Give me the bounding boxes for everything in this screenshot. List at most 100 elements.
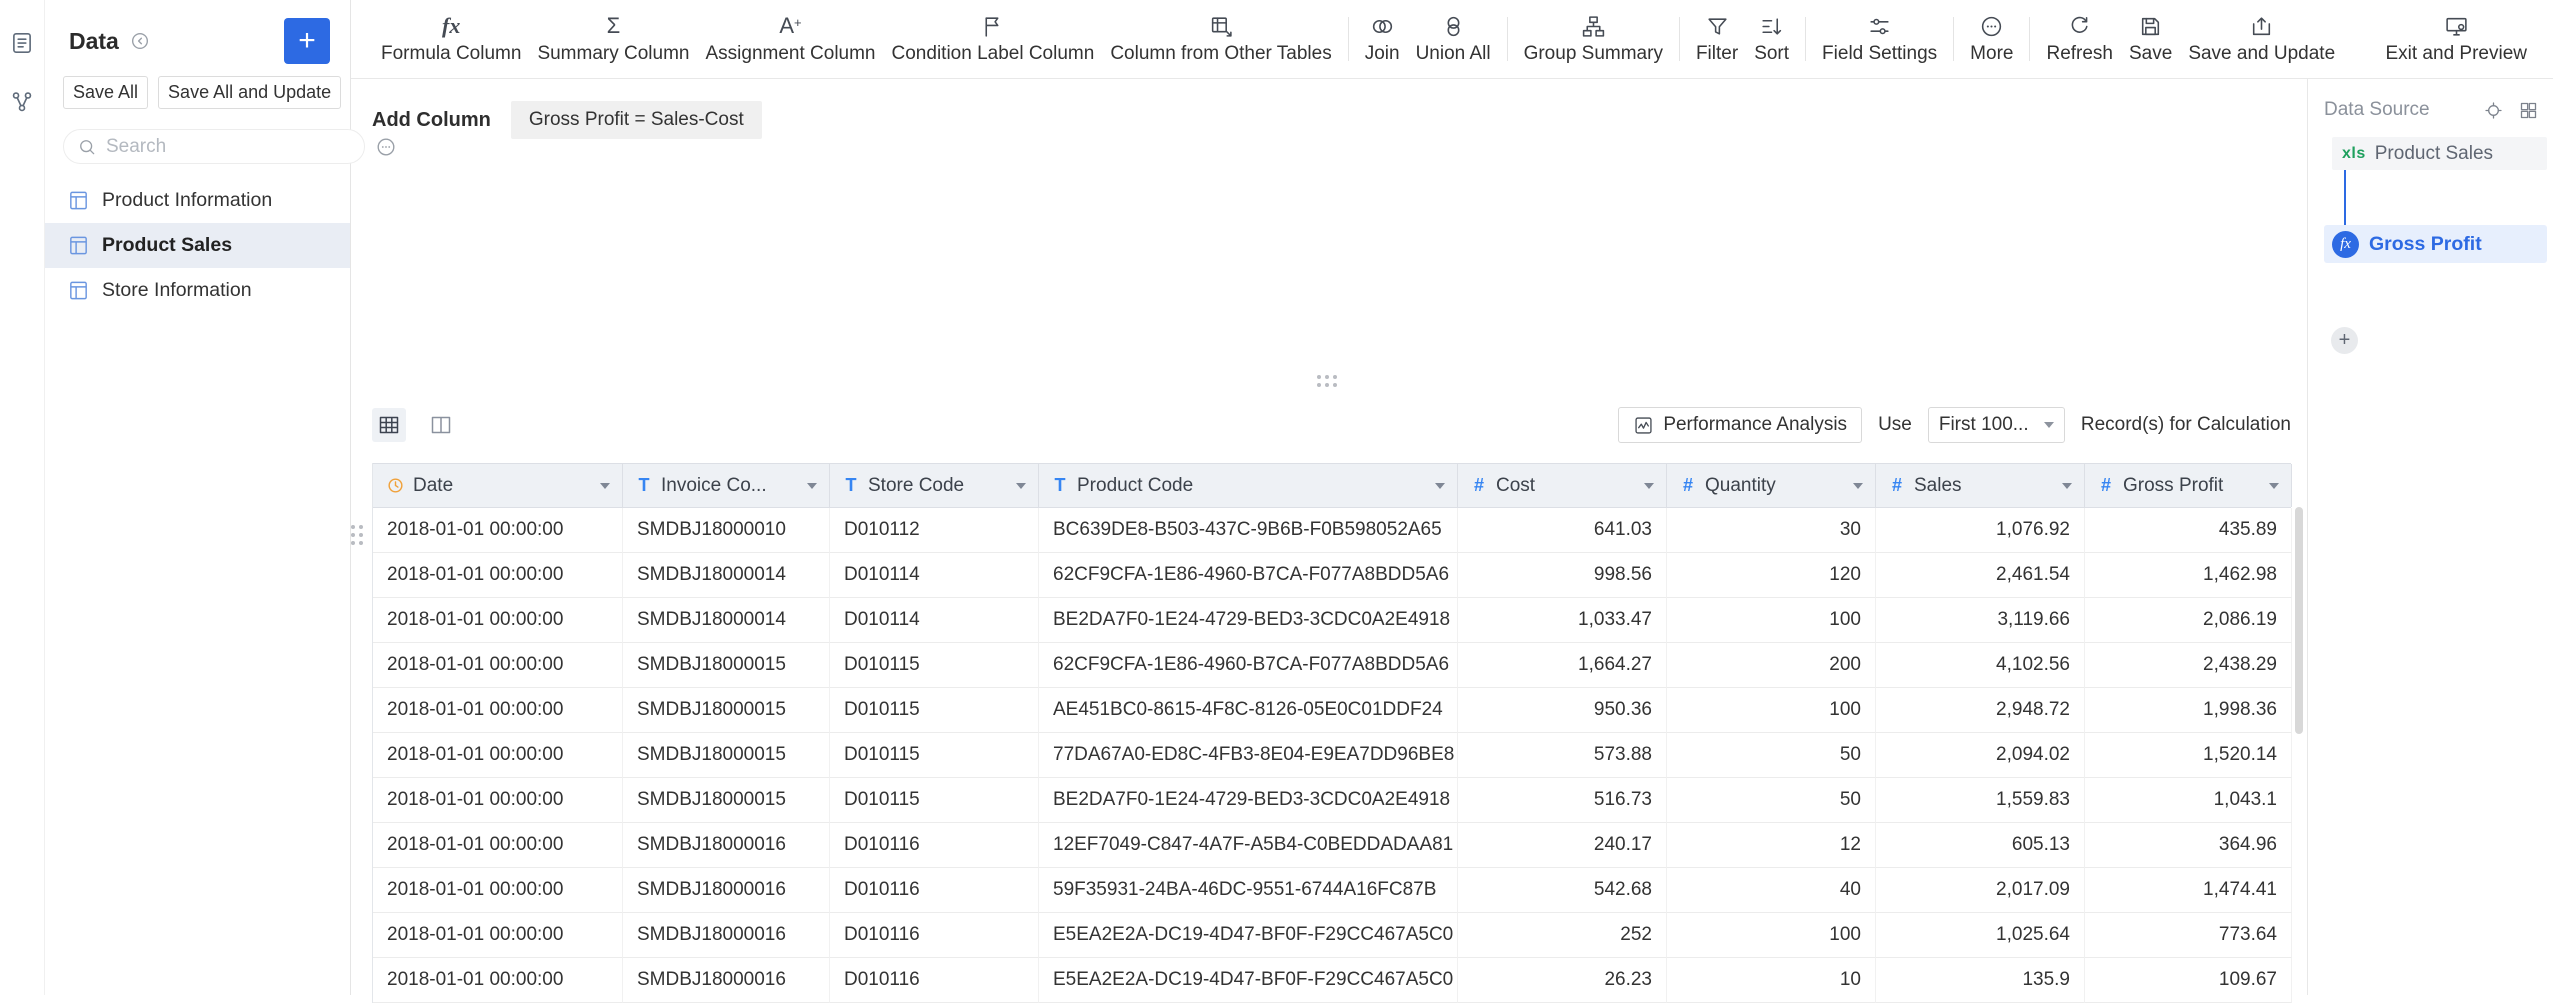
cell-product-code: E5EA2E2A-DC19-4D47-BF0F-F29CC467A5C0 <box>1039 958 1458 1003</box>
cell-invoice-code: SMDBJ18000015 <box>623 643 830 688</box>
column-header-store-code[interactable]: T Store Code <box>830 464 1039 507</box>
toolbar-assignment-column[interactable]: A + Assignment Column <box>705 13 875 65</box>
cell-sales: 135.9 <box>1876 958 2085 1003</box>
column-header-invoice-code[interactable]: T Invoice Co... <box>623 464 830 507</box>
canvas-splitter-handle[interactable] <box>1317 375 1337 387</box>
toolbar-label: Formula Column <box>381 43 522 64</box>
field-settings-icon <box>1867 13 1892 39</box>
add-dataset-button[interactable]: + <box>284 18 330 64</box>
table-row[interactable]: 2018-01-01 00:00:00 SMDBJ18000015 D01011… <box>373 778 2292 823</box>
xls-file-icon: xls <box>2342 144 2366 162</box>
add-step-button[interactable]: + <box>2331 327 2358 354</box>
table-row[interactable]: 2018-01-01 00:00:00 SMDBJ18000014 D01011… <box>373 598 2292 643</box>
group-summary-icon <box>1581 13 1606 39</box>
filter-icon <box>1705 13 1730 39</box>
table-row[interactable]: 2018-01-01 00:00:00 SMDBJ18000014 D01011… <box>373 553 2292 598</box>
sidebar-header: Data + <box>45 0 350 74</box>
toolbar-refresh[interactable]: Refresh <box>2046 13 2113 65</box>
table-row[interactable]: 2018-01-01 00:00:00 SMDBJ18000015 D01011… <box>373 733 2292 778</box>
column-from-other-tables-icon <box>1209 13 1234 39</box>
formula-step-chip[interactable]: Gross Profit = Sales-Cost <box>510 101 762 139</box>
search-box[interactable] <box>63 129 365 164</box>
toolbar-condition-label-column[interactable]: Condition Label Column <box>892 13 1094 65</box>
toolbar-more[interactable]: More <box>1970 13 2013 65</box>
collapse-panel-icon[interactable] <box>129 30 151 52</box>
data-source-panel: Data Source xls Product Sales fx Gross P… <box>2307 79 2553 995</box>
table-row[interactable]: 2018-01-01 00:00:00 SMDBJ18000015 D01011… <box>373 688 2292 733</box>
cell-quantity: 100 <box>1667 688 1876 733</box>
column-label: Date <box>413 474 454 496</box>
toolbar-save[interactable]: Save <box>2129 13 2172 65</box>
cell-gross-profit: 773.64 <box>2085 913 2292 958</box>
toolbar-field-settings[interactable]: Field Settings <box>1822 13 1937 65</box>
toolbar-group-summary[interactable]: Group Summary <box>1524 13 1663 65</box>
column-dropdown-icon[interactable] <box>1853 482 1863 489</box>
column-dropdown-icon[interactable] <box>1016 482 1026 489</box>
column-dropdown-icon[interactable] <box>600 482 610 489</box>
table-view-icon[interactable] <box>372 408 406 442</box>
column-dropdown-icon[interactable] <box>2269 482 2279 489</box>
table-row[interactable]: 2018-01-01 00:00:00 SMDBJ18000016 D01011… <box>373 868 2292 913</box>
toolbar-sort[interactable]: Sort <box>1754 13 1789 65</box>
column-header-cost[interactable]: # Cost <box>1458 464 1667 507</box>
search-options-icon[interactable] <box>375 136 397 158</box>
text-type-icon: T <box>1054 475 1066 495</box>
toolbar-exit-and-preview[interactable]: Exit and Preview <box>2385 13 2527 65</box>
column-header-product-code[interactable]: T Product Code <box>1039 464 1458 507</box>
cell-sales: 1,076.92 <box>1876 508 2085 553</box>
toolbar-column-from-other-tables[interactable]: Column from Other Tables <box>1110 13 1332 65</box>
table-row[interactable]: 2018-01-01 00:00:00 SMDBJ18000016 D01011… <box>373 958 2292 1003</box>
formula-step-node[interactable]: fx Gross Profit <box>2324 225 2547 263</box>
row-drag-handle[interactable] <box>351 525 363 545</box>
toolbar-label: Sort <box>1754 43 1790 64</box>
toolbar-summary-column[interactable]: Σ Summary Column <box>537 13 689 65</box>
table-vertical-scrollbar[interactable] <box>2295 507 2303 734</box>
column-dropdown-icon[interactable] <box>807 482 817 489</box>
table-toolbar: Performance Analysis Use First 100... Re… <box>372 405 2291 445</box>
column-dropdown-icon[interactable] <box>1435 482 1445 489</box>
field-view-icon[interactable] <box>424 408 458 442</box>
column-dropdown-icon[interactable] <box>1644 482 1654 489</box>
cell-gross-profit: 1,998.36 <box>2085 688 2292 733</box>
table-row[interactable]: 2018-01-01 00:00:00 SMDBJ18000016 D01011… <box>373 913 2292 958</box>
column-header-sales[interactable]: # Sales <box>1876 464 2085 507</box>
column-dropdown-icon[interactable] <box>2062 482 2072 489</box>
data-connection-icon[interactable] <box>9 89 35 115</box>
search-icon <box>80 139 95 154</box>
save-all-and-update-button[interactable]: Save All and Update <box>158 76 342 109</box>
toolbar-filter[interactable]: Filter <box>1696 13 1738 65</box>
table-row[interactable]: 2018-01-01 00:00:00 SMDBJ18000010 D01011… <box>373 508 2292 553</box>
toolbar-union-all[interactable]: Union All <box>1416 13 1491 65</box>
sidebar-item-label: Product Sales <box>102 234 233 256</box>
toolbar-label: Filter <box>1695 43 1739 64</box>
main-edit-area: Add Column Gross Profit = Sales-Cost Per… <box>351 79 2307 1003</box>
chevron-down-icon <box>2043 422 2054 428</box>
table-row[interactable]: 2018-01-01 00:00:00 SMDBJ18000016 D01011… <box>373 823 2292 868</box>
overview-icon[interactable] <box>2518 100 2539 121</box>
sidebar-item-product-information[interactable]: Product Information <box>45 178 350 223</box>
cell-date: 2018-01-01 00:00:00 <box>373 733 623 778</box>
column-header-date[interactable]: Date <box>373 464 623 507</box>
table-row[interactable]: 2018-01-01 00:00:00 SMDBJ18000015 D01011… <box>373 643 2292 688</box>
cell-product-code: E5EA2E2A-DC19-4D47-BF0F-F29CC467A5C0 <box>1039 913 1458 958</box>
toolbar-label: Assignment Column <box>705 43 876 64</box>
dataset-list-icon[interactable] <box>9 30 35 56</box>
performance-analysis-button[interactable]: Performance Analysis <box>1618 407 1863 443</box>
search-input[interactable] <box>106 135 351 158</box>
toolbar-save-and-update[interactable]: Save and Update <box>2188 13 2335 65</box>
sidebar-item-product-sales[interactable]: Product Sales <box>45 223 350 268</box>
toolbar-join[interactable]: Join <box>1365 13 1400 65</box>
column-header-gross-profit[interactable]: # Gross Profit <box>2085 464 2292 507</box>
column-header-quantity[interactable]: # Quantity <box>1667 464 1876 507</box>
cell-cost: 516.73 <box>1458 778 1667 823</box>
record-count-select[interactable]: First 100... <box>1927 407 2065 443</box>
sidebar-actions: Save All Save All and Update <box>45 74 350 109</box>
cell-quantity: 200 <box>1667 643 1876 688</box>
save-all-button[interactable]: Save All <box>63 76 149 109</box>
toolbar-formula-column[interactable]: fx Formula Column <box>381 13 521 65</box>
source-table-node[interactable]: xls Product Sales <box>2332 137 2547 170</box>
locate-icon[interactable] <box>2483 100 2504 121</box>
condition-label-column-icon <box>980 13 1005 39</box>
sidebar-item-store-information[interactable]: Store Information <box>45 268 350 313</box>
cell-sales: 1,559.83 <box>1876 778 2085 823</box>
